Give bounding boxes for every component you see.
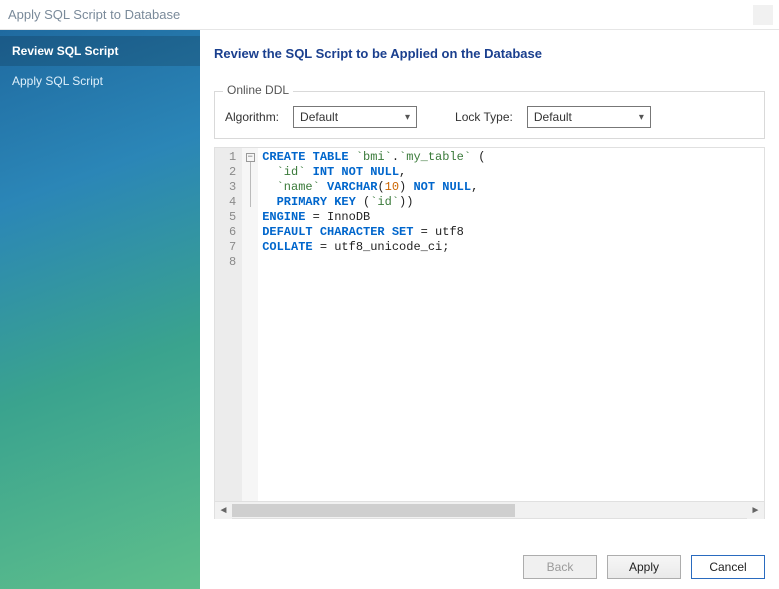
main-panel: Review the SQL Script to be Applied on t… xyxy=(200,30,779,589)
online-ddl-group: Online DDL Algorithm: Default ▾ Lock Typ… xyxy=(214,91,765,139)
locktype-value: Default xyxy=(534,110,572,124)
line-number: 7 xyxy=(229,240,236,255)
page-title: Review the SQL Script to be Applied on t… xyxy=(214,46,765,61)
code-line: `name` VARCHAR(10) NOT NULL, xyxy=(262,180,485,195)
line-number: 5 xyxy=(229,210,236,225)
scroll-track[interactable] xyxy=(232,502,747,518)
dialog-footer: Back Apply Cancel xyxy=(214,519,765,579)
locktype-select[interactable]: Default ▾ xyxy=(527,106,651,128)
algorithm-field: Algorithm: Default ▾ xyxy=(225,106,417,128)
line-number: 8 xyxy=(229,255,236,270)
line-number: 2 xyxy=(229,165,236,180)
line-number: 4 xyxy=(229,195,236,210)
code-line: DEFAULT CHARACTER SET = utf8 xyxy=(262,225,485,240)
locktype-label: Lock Type: xyxy=(455,110,513,124)
locktype-field: Lock Type: Default ▾ xyxy=(455,106,651,128)
content-area: Review SQL ScriptApply SQL Script Review… xyxy=(0,30,779,589)
code-line: CREATE TABLE `bmi`.`my_table` ( xyxy=(262,150,485,165)
line-number: 3 xyxy=(229,180,236,195)
close-button[interactable]: ✕ xyxy=(753,5,773,25)
apply-button[interactable]: Apply xyxy=(607,555,681,579)
code-line xyxy=(262,255,485,270)
line-number-gutter: 12345678 xyxy=(215,148,242,501)
code-line: ENGINE = InnoDB xyxy=(262,210,485,225)
scroll-right-icon[interactable]: ► xyxy=(747,502,764,519)
horizontal-scrollbar[interactable]: ◄ ► xyxy=(215,501,764,518)
fold-toggle-icon[interactable]: − xyxy=(246,153,255,162)
line-number: 1 xyxy=(229,150,236,165)
chevron-down-icon: ▾ xyxy=(405,112,410,123)
algorithm-label: Algorithm: xyxy=(225,110,279,124)
sidebar-item[interactable]: Apply SQL Script xyxy=(0,66,200,96)
sql-editor[interactable]: 12345678 − CREATE TABLE `bmi`.`my_table`… xyxy=(214,147,765,519)
algorithm-select[interactable]: Default ▾ xyxy=(293,106,417,128)
sidebar: Review SQL ScriptApply SQL Script xyxy=(0,30,200,589)
titlebar: Apply SQL Script to Database ✕ xyxy=(0,0,779,30)
code-line: COLLATE = utf8_unicode_ci; xyxy=(262,240,485,255)
sidebar-item[interactable]: Review SQL Script xyxy=(0,36,200,66)
code-line: `id` INT NOT NULL, xyxy=(262,165,485,180)
code-line: PRIMARY KEY (`id`)) xyxy=(262,195,485,210)
chevron-down-icon: ▾ xyxy=(639,112,644,123)
fold-column: − xyxy=(242,148,258,501)
online-ddl-legend: Online DDL xyxy=(223,83,293,97)
window-title: Apply SQL Script to Database xyxy=(6,7,180,22)
algorithm-value: Default xyxy=(300,110,338,124)
scroll-left-icon[interactable]: ◄ xyxy=(215,502,232,519)
code-area[interactable]: CREATE TABLE `bmi`.`my_table` ( `id` INT… xyxy=(258,148,489,501)
cancel-button[interactable]: Cancel xyxy=(691,555,765,579)
editor-body: 12345678 − CREATE TABLE `bmi`.`my_table`… xyxy=(215,148,764,501)
line-number: 6 xyxy=(229,225,236,240)
fold-guideline xyxy=(250,162,251,207)
scroll-thumb[interactable] xyxy=(232,504,515,517)
close-icon: ✕ xyxy=(758,7,769,23)
back-button: Back xyxy=(523,555,597,579)
dialog-window: Apply SQL Script to Database ✕ Review SQ… xyxy=(0,0,779,589)
